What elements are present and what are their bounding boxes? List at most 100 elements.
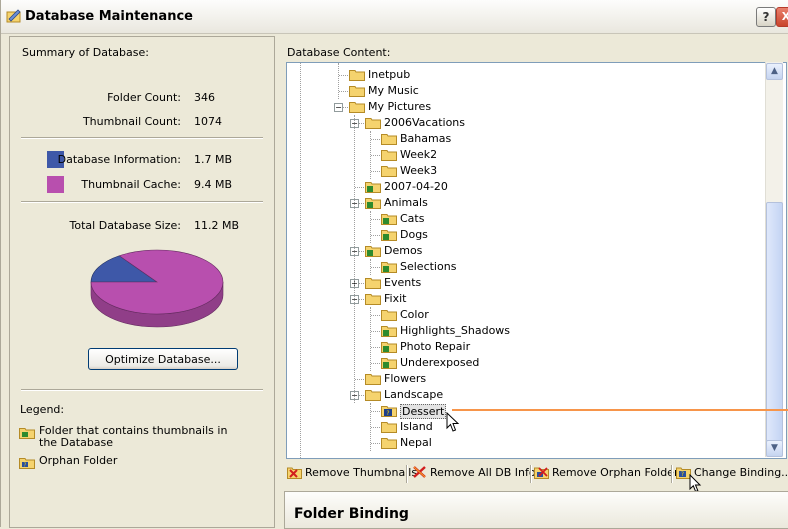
tree-connector [371, 363, 380, 364]
scrollbar-thumb[interactable] [766, 202, 783, 442]
folder-icon [349, 86, 365, 97]
svg-text:?: ? [386, 410, 389, 417]
annotation-line [452, 409, 788, 411]
remove-all-icon [413, 466, 426, 478]
tree-item-label: Photo Repair [400, 340, 471, 353]
tree-item-label: Color [400, 308, 429, 321]
database-size-pie-chart [90, 249, 224, 328]
toolbar-separator [406, 465, 408, 483]
scroll-up-button[interactable]: ▲ [766, 63, 783, 80]
vertical-scrollbar[interactable]: ▲ ▼ [765, 62, 783, 457]
folder-icon [381, 438, 397, 449]
tree-guide-line [300, 63, 301, 458]
folder-icon [349, 70, 365, 81]
remove-orphan-folders-button[interactable]: Remove Orphan Folders [534, 463, 684, 483]
folder-thumbnails-icon [381, 214, 397, 225]
tree-connector [371, 427, 380, 428]
folder-thumbnails-icon [365, 198, 381, 209]
tree-guide-line [370, 131, 371, 179]
scroll-down-button[interactable]: ▼ [766, 440, 783, 457]
folder-icon [381, 166, 397, 177]
folder-thumbnails-icon [381, 358, 397, 369]
legend-text: Orphan Folder [39, 454, 118, 467]
remove-all-db-info-label: Remove All DB Info [430, 466, 536, 479]
tree-item-label: Bahamas [400, 132, 452, 145]
close-button[interactable]: X [776, 7, 788, 27]
total-size-label: Total Database Size: [69, 219, 181, 232]
folder-count-value: 346 [194, 91, 215, 104]
folder-icon [365, 390, 381, 401]
remove-thumbnails-icon [287, 467, 302, 479]
remove-thumbnails-label: Remove Thumbnails [305, 466, 418, 479]
tree-connector [355, 187, 364, 188]
thumbnail-count-label: Thumbnail Count: [82, 115, 181, 128]
folder-thumbnails-icon [381, 326, 397, 337]
tree-item-label: Underexposed [400, 356, 480, 369]
separator [21, 389, 263, 391]
tree-item-label: 2006Vacations [384, 116, 465, 129]
tree-connector [371, 171, 380, 172]
toolbar-separator [530, 465, 532, 483]
tree-connector [371, 267, 380, 268]
database-maintenance-window: Database Maintenance ? X Summary of Data… [0, 0, 788, 529]
svg-text:?: ? [24, 463, 27, 469]
toolbar-separator [671, 465, 673, 483]
tree-connector [371, 443, 380, 444]
tree-guide-line [370, 259, 371, 275]
tree-item-label: Demos [384, 244, 423, 257]
tree-connector [371, 331, 380, 332]
remove-thumbnails-button[interactable]: Remove Thumbnails [287, 463, 417, 483]
tree-guide-line [354, 115, 355, 403]
tree-item-label: Cats [400, 212, 425, 225]
tree-connector [371, 347, 380, 348]
tree-connector [355, 379, 364, 380]
mouse-cursor-icon [446, 412, 460, 432]
folder-thumbnails-icon [365, 246, 381, 257]
tree-guide-line [370, 307, 371, 371]
orphan-folder-icon: ? [381, 406, 397, 417]
tree-item-label: 2007-04-20 [384, 180, 448, 193]
tree-item-label: Landscape [384, 388, 444, 401]
tree-item-label: Island [400, 420, 433, 433]
database-content-tree[interactable]: Inetpub My Music My Pictures − 2006Vacations… [286, 62, 787, 459]
tree-item-label: Animals [384, 196, 428, 209]
legend-text: Folder that contains thumbnails in the D… [39, 424, 228, 449]
folder-thumbnails-icon [19, 428, 35, 439]
tree-connector [371, 139, 380, 140]
tree-item-label: Week2 [400, 148, 438, 161]
legend-label: Legend: [20, 403, 65, 416]
tree-item-label: Fixit [384, 292, 407, 305]
tree-item-label: Week3 [400, 164, 438, 177]
svg-text:?: ? [681, 471, 684, 478]
remove-all-db-info-button[interactable]: Remove All DB Info [412, 463, 536, 483]
separator [21, 137, 263, 139]
remove-orphan-icon [534, 467, 549, 479]
tree-item-label: Inetpub [368, 68, 411, 81]
tree-item-label: Flowers [384, 372, 427, 385]
remove-orphan-folders-label: Remove Orphan Folders [552, 466, 685, 479]
folder-thumbnails-icon [381, 342, 397, 353]
separator [21, 201, 263, 203]
db-info-label: Database Information: [57, 153, 181, 166]
folder-icon [365, 278, 381, 289]
tree-connector [371, 315, 380, 316]
help-button[interactable]: ? [756, 7, 776, 27]
tree-item-label: Nepal [400, 436, 432, 449]
folder-icon [381, 310, 397, 321]
folder-icon [349, 102, 365, 113]
folder-icon [381, 150, 397, 161]
folder-icon [365, 118, 381, 129]
tree-item-label: Dogs [400, 228, 428, 241]
tree-item-label: My Pictures [368, 100, 432, 113]
optimize-database-button[interactable]: Optimize Database... [88, 348, 238, 370]
title-bar: Database Maintenance ? X [1, 0, 788, 34]
thumbnail-cache-label: Thumbnail Cache: [81, 178, 181, 191]
tree-connector [371, 219, 380, 220]
summary-label: Summary of Database: [22, 46, 149, 59]
thumbnail-count-value: 1074 [194, 115, 222, 128]
tree-item-label: Dessert [400, 404, 447, 419]
tree-item-label: Highlights_Shadows [400, 324, 511, 337]
tree-item-label: My Music [368, 84, 419, 97]
collapse-toggle[interactable]: − [334, 103, 343, 112]
folder-icon [381, 422, 397, 433]
